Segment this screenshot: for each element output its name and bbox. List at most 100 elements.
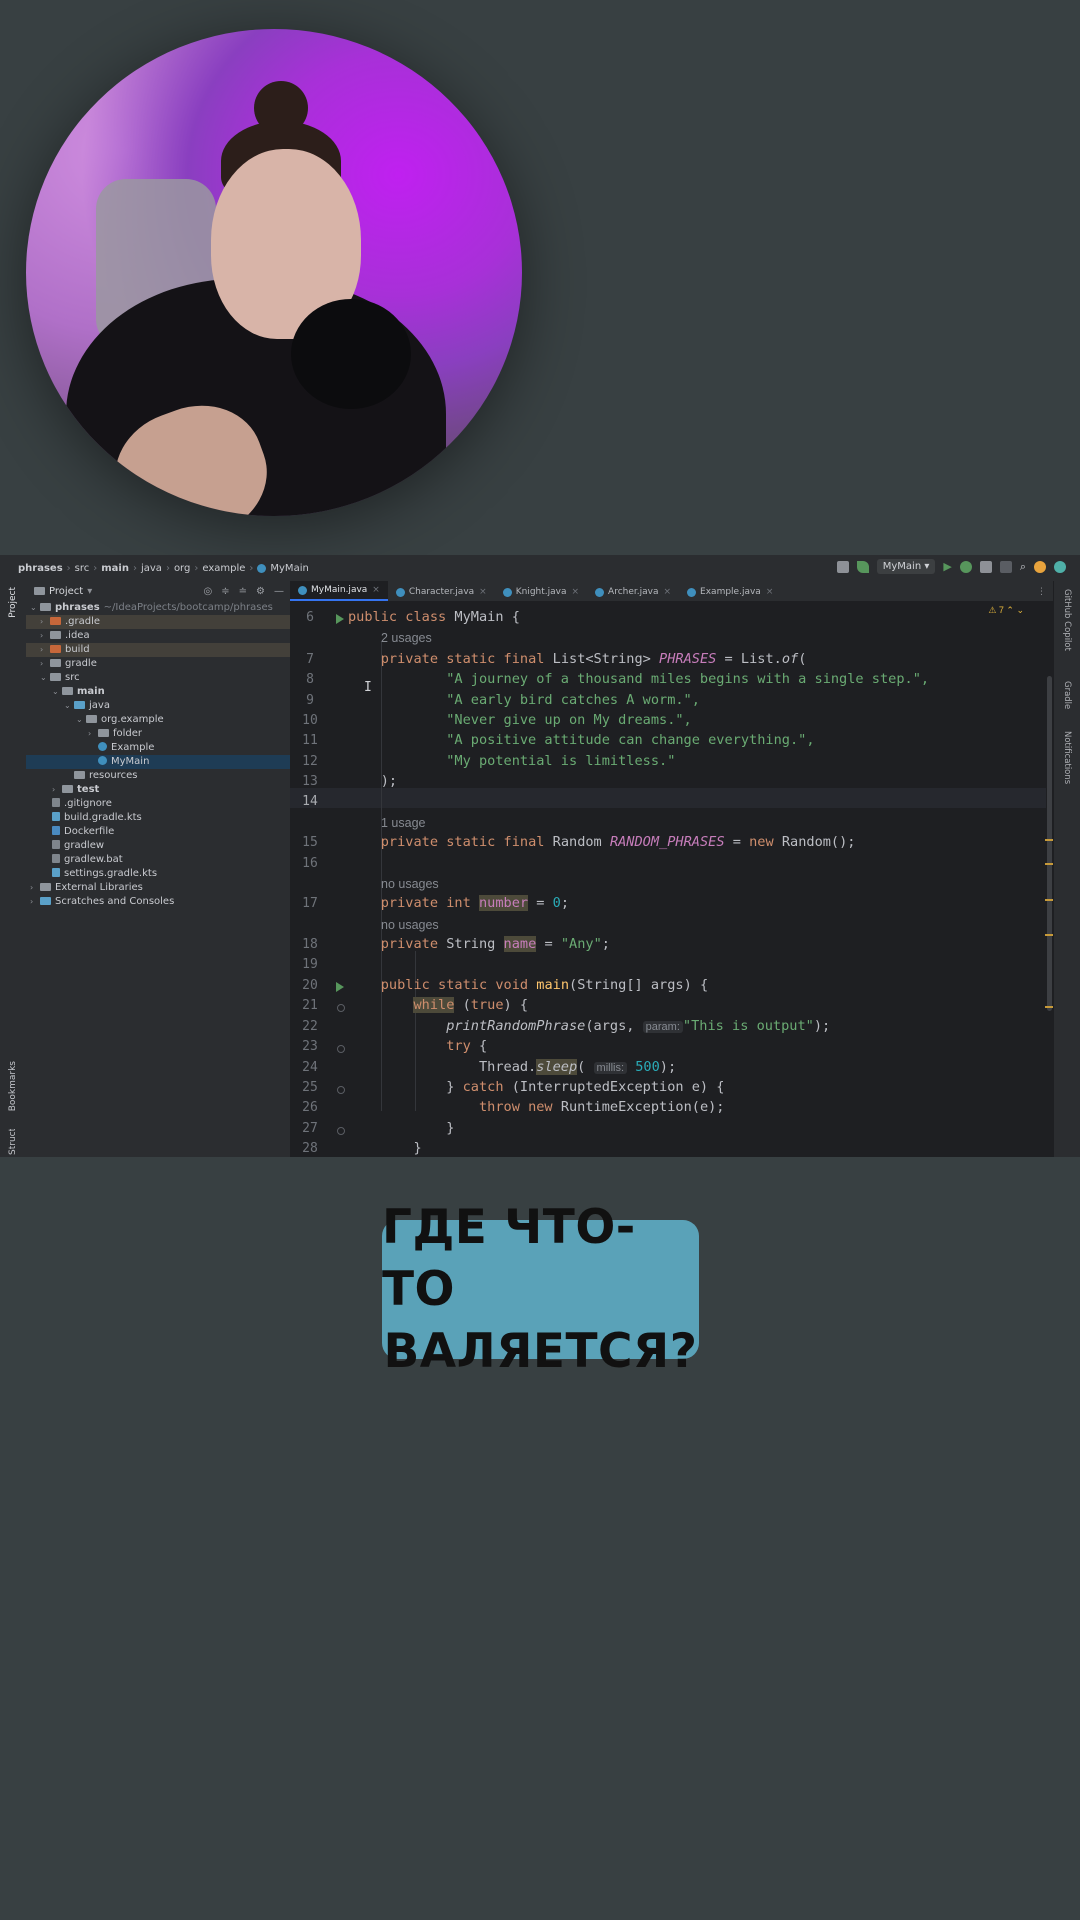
usages-hint[interactable]: no usages bbox=[381, 918, 439, 932]
tab-character[interactable]: Character.java × bbox=[388, 583, 495, 601]
tab-mymain[interactable]: MyMain.java × bbox=[290, 581, 388, 601]
stop-icon[interactable] bbox=[999, 560, 1012, 573]
tree-item[interactable]: Example bbox=[26, 741, 290, 755]
run-gutter-icon[interactable] bbox=[336, 614, 344, 624]
gear-icon[interactable]: ⚙ bbox=[256, 586, 265, 597]
usages-hint[interactable]: 1 usage bbox=[381, 816, 425, 830]
code-line: printRandomPhrase(args, param: "This is o… bbox=[446, 1018, 831, 1034]
fold-icon[interactable] bbox=[337, 1086, 345, 1094]
tab-example[interactable]: Example.java × bbox=[679, 583, 781, 601]
breadcrumb-item[interactable]: org bbox=[174, 563, 190, 574]
tree-item[interactable]: › folder bbox=[26, 727, 290, 741]
tree-item[interactable]: build.gradle.kts bbox=[26, 811, 290, 825]
code-line: "A positive attitude can change everythi… bbox=[446, 732, 815, 748]
tree-item[interactable]: ⌄ main bbox=[26, 685, 290, 699]
run-gutter-icon[interactable] bbox=[336, 982, 344, 992]
project-panel-title[interactable]: Project bbox=[49, 586, 83, 597]
plugin-icon[interactable] bbox=[1054, 560, 1066, 573]
tree-item[interactable]: ⌄ java bbox=[26, 699, 290, 713]
tree-item[interactable]: .gitignore bbox=[26, 797, 290, 811]
build-hammer-icon[interactable] bbox=[856, 560, 869, 573]
code-line: public class MyMain { bbox=[348, 609, 520, 625]
toolbar-right: MyMain ▾ ▶ ⌕ bbox=[836, 559, 1066, 574]
tree-item[interactable]: › .idea bbox=[26, 629, 290, 643]
close-icon[interactable]: × bbox=[372, 581, 380, 599]
fold-icon[interactable] bbox=[337, 1004, 345, 1012]
locate-icon[interactable]: ◎ bbox=[204, 586, 213, 597]
project-panel-header: Project ▾ ◎ ≑ ≐ ⚙ — bbox=[26, 581, 290, 601]
search-icon[interactable]: ⌕ bbox=[1020, 560, 1026, 574]
structure-tool-tab[interactable]: Structure bbox=[8, 1129, 18, 1155]
line-number: 20 bbox=[302, 978, 318, 993]
fold-icon[interactable] bbox=[337, 1045, 345, 1053]
debug-icon[interactable] bbox=[959, 560, 972, 573]
run-icon[interactable]: ▶ bbox=[943, 560, 951, 573]
close-icon[interactable]: × bbox=[766, 583, 774, 601]
line-number: 6 bbox=[306, 610, 314, 625]
root-path: ~/IdeaProjects/bootcamp/phrases bbox=[103, 602, 273, 613]
coverage-icon[interactable] bbox=[979, 560, 992, 573]
breadcrumb-item[interactable]: example bbox=[202, 563, 245, 574]
line-number: 22 bbox=[302, 1019, 318, 1034]
user-icon[interactable] bbox=[836, 560, 849, 573]
code-line: try { bbox=[446, 1038, 488, 1054]
code-line: ); bbox=[380, 773, 398, 789]
tree-item[interactable]: › Scratches and Consoles bbox=[26, 895, 290, 909]
tree-item-selected[interactable]: MyMain bbox=[26, 755, 290, 769]
fold-icon[interactable] bbox=[337, 1127, 345, 1135]
tree-item[interactable]: resources bbox=[26, 769, 290, 783]
tree-item[interactable]: › External Libraries bbox=[26, 881, 290, 895]
warnings-indicator[interactable]: ⚠ 7 ⌃ ⌄ bbox=[988, 605, 1024, 616]
tree-item[interactable]: settings.gradle.kts bbox=[26, 867, 290, 881]
notifications-tool-tab[interactable]: Notifications bbox=[1062, 731, 1072, 784]
tree-item[interactable]: ⌄ src bbox=[26, 671, 290, 685]
project-tool-tab[interactable]: Project bbox=[8, 587, 18, 618]
code-area[interactable]: ⚠ 7 ⌃ ⌄ 6 public class MyMain { 2 usages… bbox=[290, 601, 1054, 1157]
breadcrumb-item[interactable]: java bbox=[141, 563, 162, 574]
line-number: 27 bbox=[302, 1121, 318, 1136]
tree-item[interactable]: gradlew bbox=[26, 839, 290, 853]
usages-hint[interactable]: no usages bbox=[381, 877, 439, 891]
ide-window: phrases › src › main › java › org › example › … bbox=[0, 555, 1080, 1157]
tree-item[interactable]: › build bbox=[26, 643, 290, 657]
expand-all-icon[interactable]: ≑ bbox=[221, 586, 229, 597]
close-icon[interactable]: × bbox=[572, 583, 580, 601]
breadcrumb-item[interactable]: phrases bbox=[18, 563, 63, 574]
collapse-all-icon[interactable]: ≐ bbox=[239, 586, 247, 597]
tab-archer[interactable]: Archer.java × bbox=[587, 583, 679, 601]
scrollbar[interactable] bbox=[1047, 676, 1052, 1011]
breadcrumb-item[interactable]: main bbox=[101, 563, 129, 574]
minimize-icon[interactable]: — bbox=[274, 586, 284, 597]
run-config-selector[interactable]: MyMain ▾ bbox=[876, 559, 936, 574]
tree-item[interactable]: Dockerfile bbox=[26, 825, 290, 839]
class-icon bbox=[257, 563, 267, 573]
project-panel: Project ▾ ◎ ≑ ≐ ⚙ — ⌄ phrases ~/IdeaProject… bbox=[26, 581, 290, 1157]
gradle-tool-tab[interactable]: Gradle bbox=[1062, 681, 1072, 709]
tree-item[interactable]: › .gradle bbox=[26, 615, 290, 629]
close-icon[interactable]: × bbox=[664, 583, 672, 601]
breadcrumb-item[interactable]: MyMain bbox=[270, 563, 308, 574]
code-line: "My potential is limitless." bbox=[446, 753, 676, 769]
tab-knight[interactable]: Knight.java × bbox=[495, 583, 587, 601]
usages-hint[interactable]: 2 usages bbox=[381, 631, 432, 645]
update-icon[interactable] bbox=[1034, 560, 1046, 573]
tree-item[interactable]: gradlew.bat bbox=[26, 853, 290, 867]
caption-line: ГДЕ ЧТО-ТО bbox=[382, 1199, 636, 1317]
navigation-bar: phrases › src › main › java › org › example › … bbox=[0, 555, 1080, 581]
tree-item[interactable]: › gradle bbox=[26, 657, 290, 671]
code-line: private String name = "Any"; bbox=[380, 936, 610, 952]
breadcrumb-item[interactable]: src bbox=[75, 563, 90, 574]
tree-item[interactable]: › test bbox=[26, 783, 290, 797]
more-tabs-icon[interactable]: ⋮ bbox=[1037, 583, 1054, 601]
line-number: 18 bbox=[302, 937, 318, 952]
code-line: } bbox=[413, 1140, 422, 1156]
close-icon[interactable]: × bbox=[479, 583, 487, 601]
code-line: private static final Random RANDOM_PHRAS… bbox=[380, 834, 856, 850]
line-number: 9 bbox=[306, 693, 314, 708]
line-number: 16 bbox=[302, 856, 318, 871]
bookmarks-tool-tab[interactable]: Bookmarks bbox=[8, 1061, 18, 1111]
tree-root[interactable]: ⌄ phrases ~/IdeaProjects/bootcamp/phrases bbox=[26, 601, 290, 615]
tree-item[interactable]: ⌄ org.example bbox=[26, 713, 290, 727]
github-copilot-tool-tab[interactable]: GitHub Copilot bbox=[1062, 589, 1072, 651]
breadcrumb: phrases › src › main › java › org › example › … bbox=[18, 562, 309, 574]
